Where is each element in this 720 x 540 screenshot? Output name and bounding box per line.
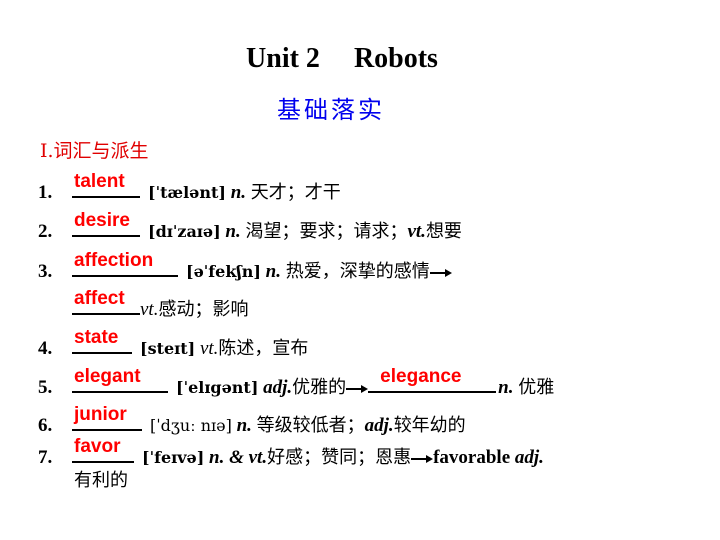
arrow-icon [411, 454, 434, 464]
derived-answer-text: elegance [380, 366, 462, 387]
meaning: 天才；才干 [250, 182, 341, 203]
vocab-item-4: 4. state [steɪt] vt.陈述，宣布 [38, 328, 309, 360]
derived-answer-blank[interactable]: elegance [368, 366, 497, 393]
phonetic: [ˈelɪgənt] [176, 378, 259, 397]
derived-answer-blank[interactable]: affect [72, 289, 140, 315]
arrow-icon [429, 268, 452, 278]
meaning: 等级较低者； [256, 415, 365, 436]
answer-text: elegant [74, 366, 141, 387]
part-of-speech-2: adj. [364, 415, 394, 436]
vocab-item-5: 5. elegant [ˈelɪgənt] adj.优雅的 elegance n. 优雅 [38, 366, 555, 399]
part-of-speech: n. [236, 415, 252, 436]
phonetic: [ˈtælənt] [148, 183, 226, 202]
part-of-speech: n. [230, 182, 247, 203]
vocab-item-7: 7. favor [ˈfeɪvə] n. & vt.好感；赞同；恩惠 favorabl… [38, 437, 544, 469]
part-of-speech: n. [225, 221, 241, 242]
part-of-speech: n. [265, 261, 281, 282]
answer-text: state [74, 327, 119, 348]
phonetic: [ˈfeɪvə] [142, 448, 205, 467]
phonetic: [ˈdʒuː nɪə] [150, 416, 232, 435]
item-number: 5. [38, 377, 53, 398]
section-heading: Ⅰ.词汇与派生 [40, 140, 149, 162]
item-number: 2. [38, 221, 53, 242]
meaning-2: 想要 [425, 221, 462, 242]
part-of-speech-2: vt. [407, 221, 426, 242]
answer-text: junior [74, 404, 127, 425]
phonetic: [dɪˈzaɪə] [148, 222, 221, 241]
derived-meaning: 有利的 [74, 470, 128, 491]
vocab-item-3: 3. affection [əˈfekʃn] n. 热爱，深挚的感情 [38, 251, 452, 282]
answer-blank[interactable]: elegant [72, 367, 168, 393]
answer-text: favor [74, 436, 121, 457]
vocab-item-1: 1. talent [ˈtælənt] n. 天才；才干 [38, 172, 341, 204]
vocab-item-3-derived: affect vt.感动；影响 [72, 289, 249, 320]
item-number: 1. [38, 182, 53, 203]
meaning: 优雅的 [292, 377, 347, 398]
arrow-icon [346, 384, 369, 394]
meaning: 渴望；要求；请求； [245, 221, 408, 242]
item-number: 3. [38, 261, 53, 282]
subtitle: 基础落实 [277, 96, 385, 124]
vocab-item-7-continued: 有利的 [74, 466, 128, 496]
meaning: 好感；赞同；恩惠 [267, 447, 412, 468]
derived-meaning: 优雅 [518, 377, 555, 398]
part-of-speech: adj. [263, 377, 293, 398]
answer-blank[interactable]: talent [72, 172, 140, 198]
answer-text: desire [74, 210, 130, 231]
item-number: 7. [38, 447, 53, 468]
answer-blank[interactable]: junior [72, 405, 142, 431]
derived-part-of-speech: adj. [514, 447, 544, 468]
answer-blank[interactable]: desire [72, 211, 140, 237]
vocab-item-6: 6. junior [ˈdʒuː nɪə] n. 等级较低者；adj.较年幼的 [38, 405, 466, 437]
derived-answer-text: affect [74, 288, 125, 309]
item-number: 4. [38, 338, 53, 359]
meaning-2: 较年幼的 [393, 415, 466, 436]
derived-part-of-speech: vt. [140, 299, 159, 320]
part-of-speech: n. & vt. [209, 447, 268, 468]
meaning: 陈述，宣布 [218, 338, 309, 359]
derived-part-of-speech: n. [498, 377, 514, 398]
phonetic: [steɪt] [140, 339, 196, 358]
answer-blank[interactable]: state [72, 328, 132, 354]
phonetic: [əˈfekʃn] [186, 262, 261, 281]
derived-meaning: 感动；影响 [158, 299, 249, 320]
unit-topic: Robots [353, 43, 438, 74]
derived-word: favorable [433, 447, 511, 468]
answer-blank[interactable]: affection [72, 251, 178, 277]
page-title: Unit 2 Robots [0, 43, 684, 75]
answer-text: affection [74, 250, 154, 271]
answer-text: talent [74, 171, 125, 192]
answer-blank[interactable]: favor [72, 437, 134, 463]
vocab-item-2: 2. desire [dɪˈzaɪə] n. 渴望；要求；请求；vt.想要 [38, 211, 462, 243]
part-of-speech: vt. [199, 338, 219, 359]
unit-label: Unit 2 [246, 43, 320, 74]
meaning: 热爱，深挚的感情 [285, 261, 430, 282]
